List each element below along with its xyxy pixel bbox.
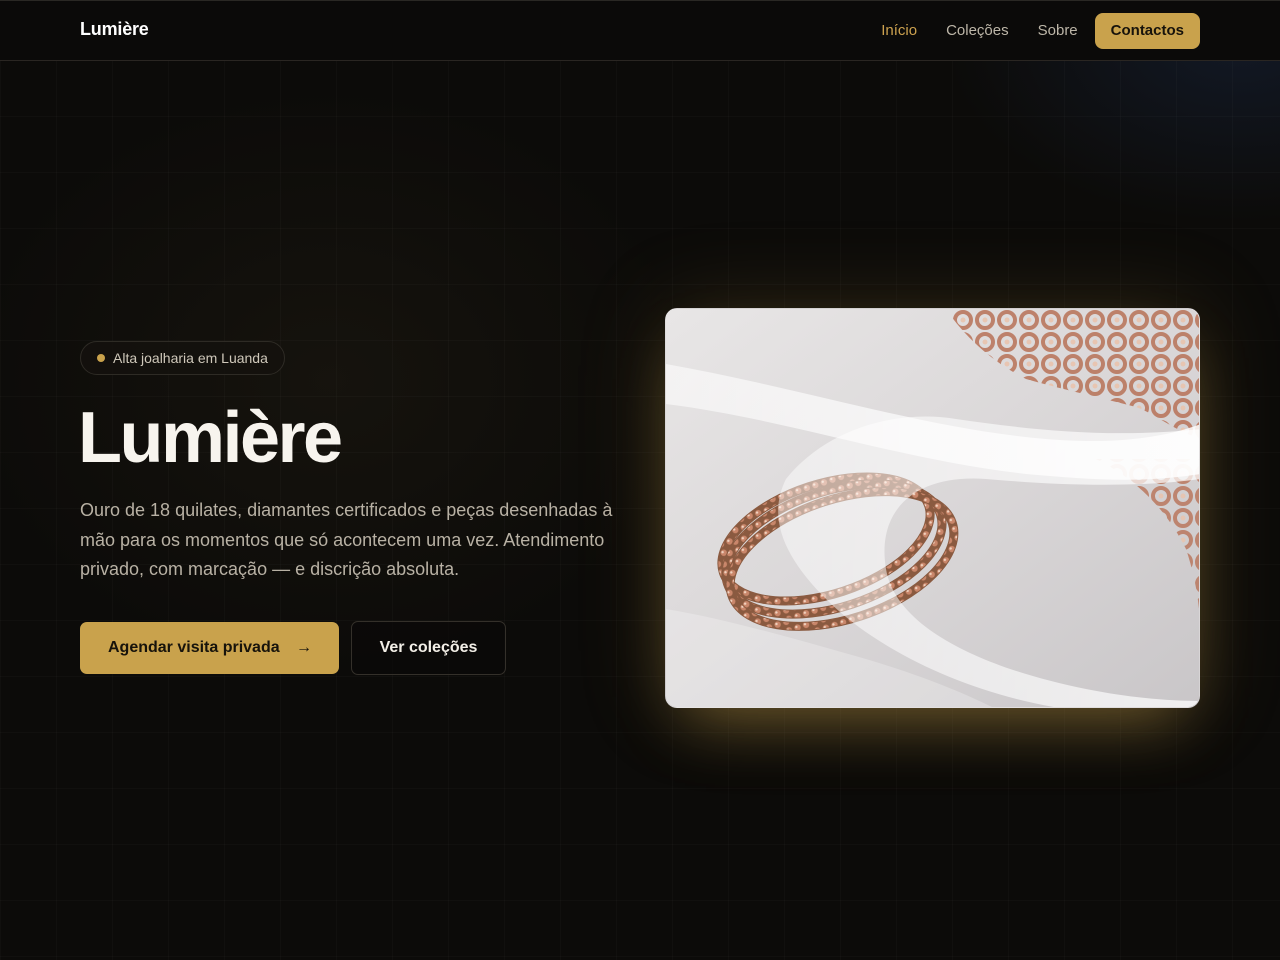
nav-link-sobre[interactable]: Sobre [1038,13,1078,49]
book-private-visit-button[interactable]: Agendar visita privada → [80,622,339,674]
view-collections-button[interactable]: Ver coleções [351,621,506,675]
page: Lumière Início Coleções Sobre Contactos … [0,0,1280,960]
top-nav: Lumière Início Coleções Sobre Contactos [0,0,1280,61]
hero-title: Lumière [78,398,343,478]
hero-badge: Alta joalharia em Luanda [80,341,285,375]
hero-jewelry-image [665,308,1200,708]
arrow-right-icon: → [296,639,312,656]
bracelet-photo-illustration [666,309,1199,707]
contactos-button[interactable]: Contactos [1094,13,1200,49]
hero-description: Ouro de 18 quilates, diamantes certifica… [80,500,613,579]
nav-link-inicio[interactable]: Início [881,13,917,49]
badge-label: Alta joalharia em Luanda [113,350,268,366]
nav-link-colecoes[interactable]: Coleções [946,13,1009,49]
badge-dot-icon [97,354,105,362]
book-private-visit-label: Agendar visita privada [108,639,280,656]
nav-links: Início Coleções Sobre Contactos [881,13,1200,49]
brand-logo[interactable]: Lumière [80,19,149,40]
